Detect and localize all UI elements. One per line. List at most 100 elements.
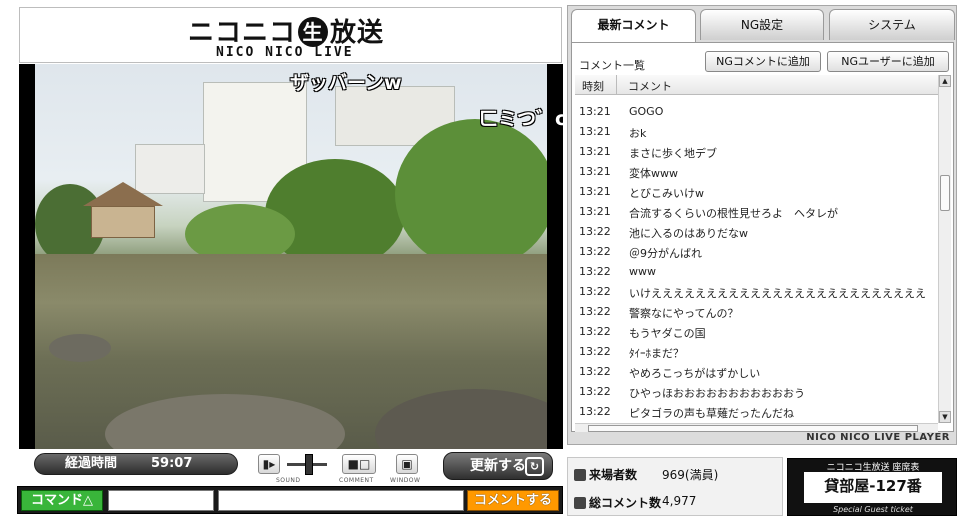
- comment-row[interactable]: 13:21 合流するくらいの根性見せろよ ヘタレが: [575, 201, 939, 221]
- overlay-comment: ザッバーンw: [290, 72, 402, 94]
- horizontal-scrollbar[interactable]: [575, 423, 938, 432]
- comment-time: 13:22: [579, 265, 611, 278]
- comment-text: 合流するくらいの根性見せろよ ヘタレが: [629, 207, 838, 220]
- refresh-icon: ↻: [525, 457, 544, 476]
- comment-table-header: 時刻 コメント: [575, 75, 939, 95]
- horizontal-scroll-thumb[interactable]: [588, 425, 918, 432]
- window-label: WINDOW: [390, 477, 421, 484]
- comment-row[interactable]: 13:22 ＠9分がんばれ: [575, 241, 939, 261]
- vertical-scroll-thumb[interactable]: [940, 175, 950, 211]
- comment-time: 13:21: [579, 165, 611, 178]
- video-area[interactable]: ザッバーンw ㄈミつ゛c: [19, 64, 563, 449]
- video-frame: [35, 64, 547, 449]
- comment-row[interactable]: 13:21 まさに歩く地デブ: [575, 141, 939, 161]
- live-player: ニコニコ生放送 NICO NICO LIVE ザッバーンw ㄈミつ゛c 経過時間…: [17, 5, 563, 516]
- volume-knob[interactable]: [305, 454, 313, 475]
- overlay-comment: ㄈミつ゛c: [479, 108, 563, 130]
- comment-row[interactable]: 13:22 もうヤダこの国: [575, 321, 939, 341]
- comment-time: 13:22: [579, 325, 611, 338]
- comment-row[interactable]: 13:22 ひやっほおおおおおおおおおおおう: [575, 381, 939, 401]
- comment-text: GOGO: [629, 105, 664, 118]
- comments-value: 4,977: [662, 494, 697, 508]
- comment-row[interactable]: 13:21 おk: [575, 121, 939, 141]
- comment-text: ピタゴラの声も草薙だったんだね: [629, 407, 794, 420]
- command-button[interactable]: コマンド△: [21, 490, 103, 511]
- comment-rows: 13:21 GOGO 13:21 おk 13:21 まさに歩く地デブ 13:21 変体www 1…: [575, 95, 939, 421]
- comment-row[interactable]: 13:21 GOGO: [575, 101, 939, 121]
- player-controls: 経過時間 59:07 ▮▸ SOUND ■□ COMMENT ▣ WINDOW …: [17, 451, 563, 485]
- comment-bubble-icon: ■□: [347, 457, 371, 471]
- send-comment-button[interactable]: コメントする: [467, 490, 559, 511]
- comment-text: ＠9分がんばれ: [629, 247, 702, 260]
- volume-slider[interactable]: [287, 454, 327, 475]
- comment-row[interactable]: 13:21 とびこみいけw: [575, 181, 939, 201]
- add-ng-comment-button[interactable]: NGコメントに追加: [705, 51, 821, 72]
- comment-text: ﾀｲｰﾎまだ？: [629, 347, 684, 360]
- comment-text: とびこみいけw: [629, 187, 704, 200]
- seat-ticket: ニコニコ生放送 座席表 貸部屋-127番 Special Guest ticke…: [787, 458, 957, 516]
- comment-row[interactable]: 13:22 ﾀｲｰﾎまだ？: [575, 341, 939, 361]
- comment-list-title: コメント一覧: [579, 59, 645, 72]
- comment-input[interactable]: [218, 490, 464, 511]
- comment-text: 警察なにやってんの？: [629, 307, 739, 320]
- logo-banner: ニコニコ生放送 NICO NICO LIVE: [19, 7, 562, 63]
- column-header-time[interactable]: 時刻: [582, 78, 604, 94]
- logo-text-a: ニコニコ: [188, 18, 297, 48]
- player-footer-label: NICO NICO LIVE PLAYER: [806, 432, 950, 443]
- pavilion-body: [91, 206, 155, 238]
- comment-row[interactable]: 13:21 変体www: [575, 161, 939, 181]
- refresh-label: 更新する: [470, 458, 526, 474]
- column-divider: [616, 75, 617, 95]
- seat-ticket-footer: Special Guest ticket: [833, 505, 913, 514]
- sound-button[interactable]: ▮▸: [258, 454, 280, 474]
- command-input[interactable]: [108, 490, 214, 511]
- comment-text: まさに歩く地デブ: [629, 147, 717, 160]
- window-button[interactable]: ▣: [396, 454, 418, 474]
- visitors-icon: [574, 469, 586, 481]
- comment-text: いけえええええええええええええええええええええええええ: [629, 287, 926, 300]
- tab-ng-settings[interactable]: NG設定: [700, 9, 824, 40]
- total-comment-count: 総コメント数 4,977: [574, 494, 696, 511]
- visitors-label: 来場者数: [589, 468, 638, 482]
- comment-text: やめろこっちがはずかしい: [629, 367, 761, 380]
- pavilion: [83, 182, 163, 240]
- comment-time: 13:21: [579, 145, 611, 158]
- comment-row[interactable]: 13:22 www: [575, 261, 939, 281]
- comment-time: 13:22: [579, 285, 611, 298]
- comment-toggle-button[interactable]: ■□: [342, 454, 376, 474]
- comments-label: 総コメント数: [589, 496, 662, 510]
- comment-text: 変体www: [629, 167, 678, 180]
- sound-label: SOUND: [276, 477, 301, 484]
- comment-time: 13:21: [579, 105, 611, 118]
- comment-input-bar: コマンド△ コメントする: [17, 486, 563, 514]
- add-ng-user-button[interactable]: NGユーザーに追加: [827, 51, 949, 72]
- scroll-up-arrow-icon[interactable]: ▲: [939, 75, 951, 87]
- column-header-comment[interactable]: コメント: [628, 78, 672, 94]
- comment-text: ひやっほおおおおおおおおおおおう: [629, 387, 805, 400]
- tab-latest-comments[interactable]: 最新コメント: [571, 9, 696, 42]
- comment-time: 13:22: [579, 225, 611, 238]
- comment-label: COMMENT: [339, 477, 374, 484]
- comment-time: 13:22: [579, 345, 611, 358]
- window-icon: ▣: [401, 457, 413, 471]
- comment-row[interactable]: 13:22 いけえええええええええええええええええええええええええ: [575, 281, 939, 301]
- comment-time: 13:22: [579, 405, 611, 418]
- comment-time: 13:22: [579, 385, 611, 398]
- comment-text: 池に入るのはありだなw: [629, 227, 748, 240]
- comment-row[interactable]: 13:22 警察なにやってんの？: [575, 301, 939, 321]
- logo-text-b: 放送: [330, 18, 385, 48]
- comment-time: 13:22: [579, 245, 611, 258]
- elapsed-label: 経過時間: [65, 456, 118, 471]
- comment-row[interactable]: 13:22 やめろこっちがはずかしい: [575, 361, 939, 381]
- comment-row[interactable]: 13:22 池に入るのはありだなw: [575, 221, 939, 241]
- comment-table: 時刻 コメント 13:21 GOGO 13:21 おk 13:21 まさに歩く地デブ 13:…: [575, 75, 939, 423]
- elapsed-value: 59:07: [151, 456, 193, 471]
- refresh-button[interactable]: 更新する ↻: [443, 452, 553, 480]
- niconico-live-logo: ニコニコ生放送: [188, 12, 384, 49]
- tab-system[interactable]: システム: [829, 9, 955, 40]
- visitors-value: 969(満員): [662, 468, 719, 482]
- vertical-scrollbar[interactable]: ▲ ▼: [938, 75, 951, 423]
- comment-time: 13:21: [579, 125, 611, 138]
- comment-row[interactable]: 13:22 ピタゴラの声も草薙だったんだね: [575, 401, 939, 421]
- scroll-down-arrow-icon[interactable]: ▼: [939, 411, 951, 423]
